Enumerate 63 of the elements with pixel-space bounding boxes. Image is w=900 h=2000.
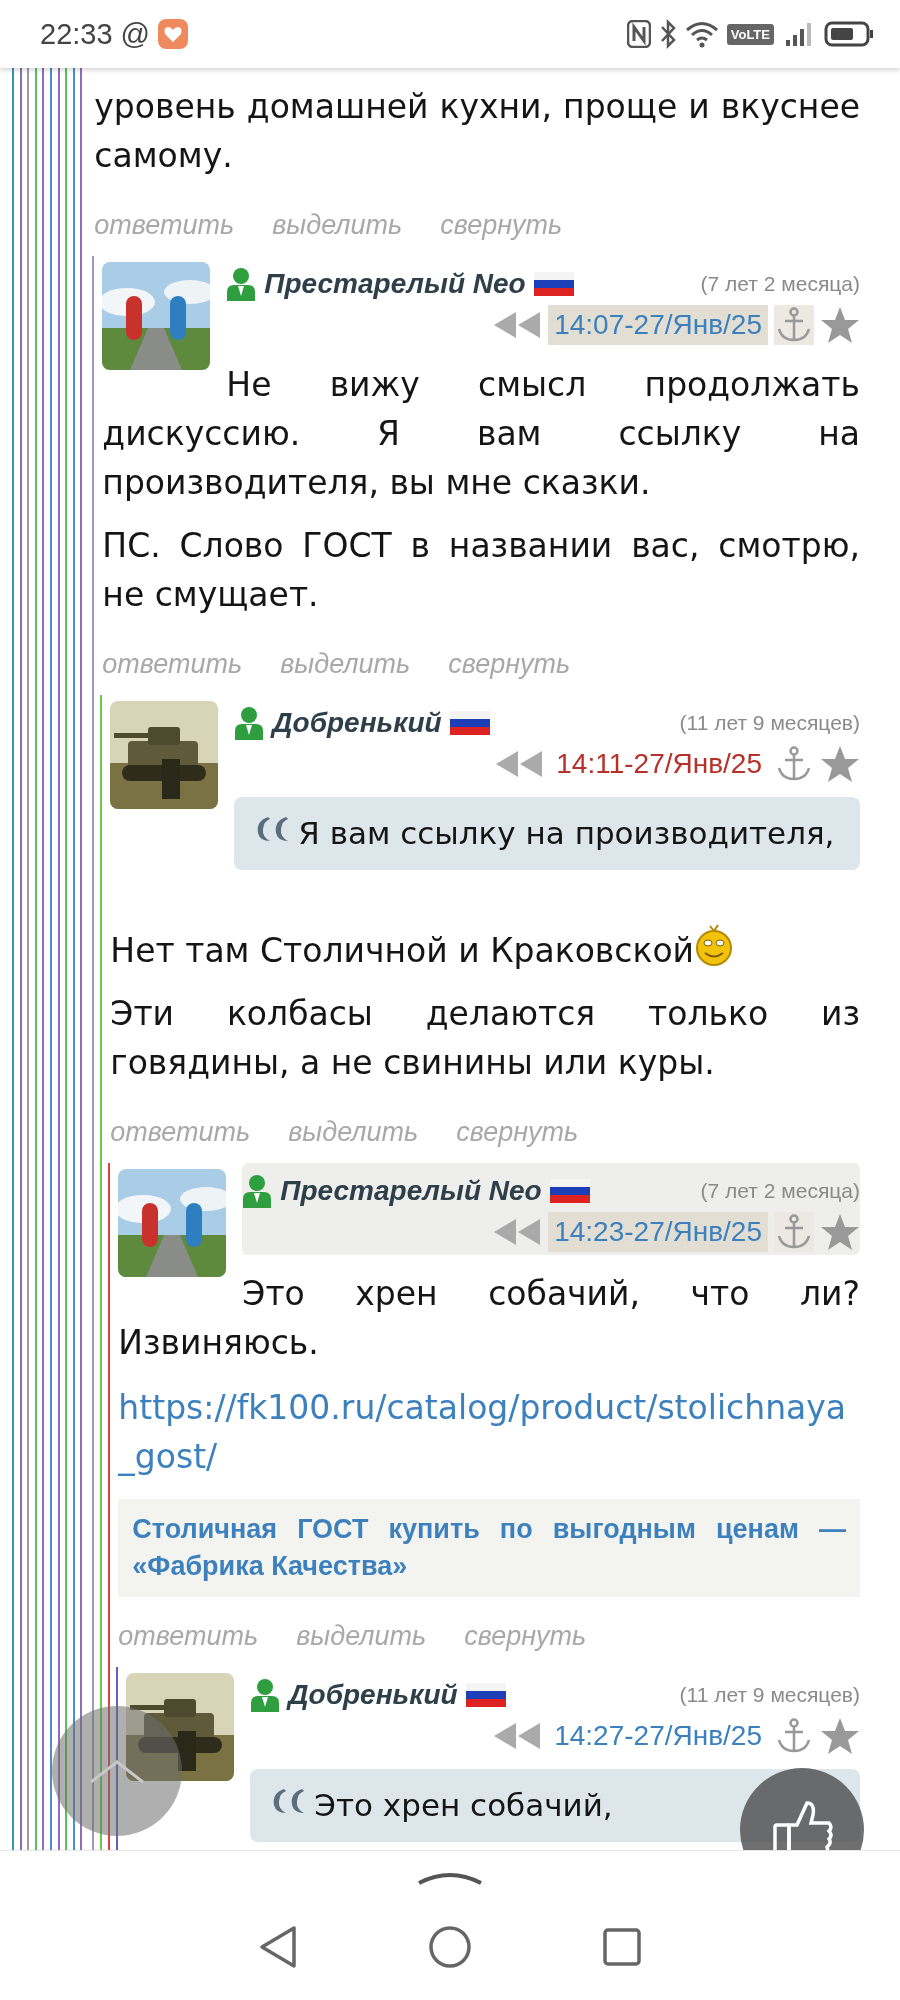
- user-icon: [242, 1174, 273, 1208]
- comment-action-link[interactable]: свернуть: [440, 209, 563, 241]
- rewind-icon[interactable]: [492, 1721, 543, 1751]
- account-age: (7 лет 2 месяца): [700, 1179, 860, 1203]
- comment-text: Эти колбасы делаются только из говядины, а не свинины или куры.: [110, 994, 860, 1082]
- star-icon[interactable]: [820, 744, 860, 784]
- timestamp-link[interactable]: 14:07-27/Янв/25: [548, 305, 768, 345]
- comment-action-link[interactable]: свернуть: [456, 1116, 579, 1148]
- author-name[interactable]: Добренький: [288, 1679, 458, 1711]
- quote-text: Это хрен собачий,: [314, 1786, 613, 1825]
- flag-icon: [533, 272, 574, 296]
- star-icon[interactable]: [820, 305, 860, 345]
- quote-text: Я вам ссылку на производителя,: [298, 814, 835, 853]
- star-icon[interactable]: [820, 1716, 860, 1756]
- flag-icon: [549, 1179, 590, 1203]
- rewind-icon[interactable]: [494, 749, 545, 779]
- star-icon[interactable]: [820, 1212, 860, 1252]
- timestamp-link[interactable]: 14:23-27/Янв/25: [548, 1212, 768, 1252]
- link-preview-title[interactable]: Столичная ГОСТ купить по выгодным ценам — «Фабрика Качества»: [118, 1499, 860, 1597]
- at-sign-icon: @: [120, 17, 151, 51]
- app-notification-icon: [158, 19, 189, 49]
- battery-icon: [824, 20, 874, 48]
- comment-action-link[interactable]: выделить: [280, 648, 411, 680]
- timestamp-link[interactable]: 14:27-27/Янв/25: [548, 1716, 768, 1756]
- bluetooth-icon: [658, 19, 677, 49]
- volte-indicator: VoLTE: [726, 23, 774, 45]
- comment-action-link[interactable]: ответить: [94, 209, 235, 241]
- account-age: (7 лет 2 месяца): [700, 272, 860, 296]
- wifi-icon: [684, 20, 719, 48]
- back-icon[interactable]: [258, 1925, 298, 1969]
- user-icon: [250, 1678, 281, 1712]
- author-name[interactable]: Добренький: [272, 707, 442, 739]
- account-age: (11 лет 9 месяцев): [679, 1683, 860, 1707]
- user-icon: [234, 706, 265, 740]
- comment-text: Нет там Столичной и Краковской: [110, 931, 694, 970]
- comment-action-link[interactable]: выделить: [272, 209, 403, 241]
- recents-icon[interactable]: [602, 1927, 642, 1967]
- author-name[interactable]: Престарелый Neo: [280, 1175, 542, 1207]
- user-icon: [226, 267, 257, 301]
- rewind-icon[interactable]: [492, 310, 543, 340]
- home-icon[interactable]: [428, 1925, 472, 1969]
- comment-action-link[interactable]: ответить: [110, 1116, 251, 1148]
- comment-action-link[interactable]: ответить: [102, 648, 243, 680]
- rewind-icon[interactable]: [492, 1217, 543, 1247]
- url-link[interactable]: https://fk100.ru/catalog/product/stolichnaya_gost/: [118, 1383, 860, 1481]
- flag-icon: [465, 1683, 506, 1707]
- comment-action-link[interactable]: выделить: [296, 1620, 427, 1652]
- comment-action-link[interactable]: выделить: [288, 1116, 419, 1148]
- flag-icon: [449, 711, 490, 735]
- comment-text: Это хрен собачий, что ли? Извиняюсь.: [118, 1274, 860, 1362]
- comment-action-link[interactable]: свернуть: [464, 1620, 587, 1652]
- clock-text: 22:33: [40, 17, 113, 51]
- anchor-icon[interactable]: [774, 1212, 814, 1252]
- account-age: (11 лет 9 месяцев): [679, 711, 860, 735]
- author-name[interactable]: Престарелый Neo: [264, 268, 526, 300]
- comment-action-link[interactable]: свернуть: [448, 648, 571, 680]
- comment-text: уровень домашней кухни, проще и вкуснее самому.: [94, 87, 860, 175]
- comment-text: Не вижу смысл продолжать дискуссию. Я вам ссылку на производителя, вы мне сказки.: [102, 365, 860, 502]
- timestamp-link[interactable]: 14:11-27/Янв/25: [550, 744, 768, 784]
- comment-action-link[interactable]: ответить: [118, 1620, 259, 1652]
- nfc-icon: [626, 20, 651, 48]
- anchor-icon[interactable]: [774, 305, 814, 345]
- comment-text: ПС. Слово ГОСТ в названии вас, смотрю, не смущает.: [102, 526, 860, 614]
